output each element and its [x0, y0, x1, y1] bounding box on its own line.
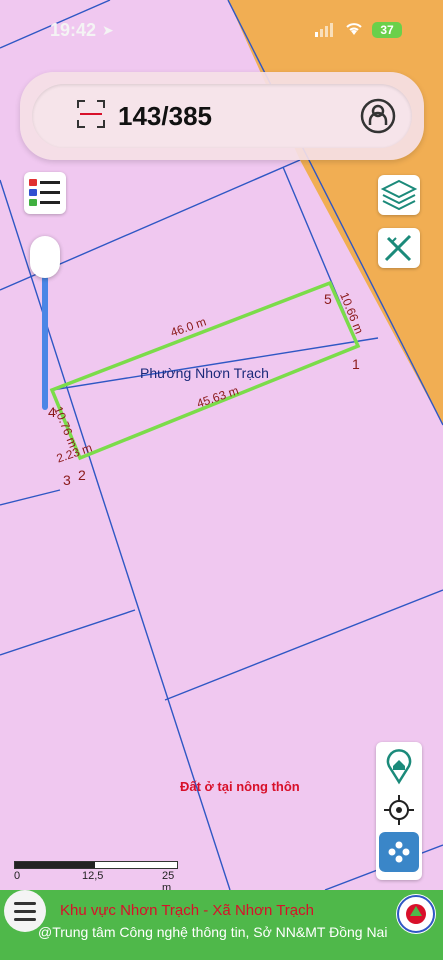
- dots-icon: [388, 841, 410, 863]
- vertex-label: 1: [352, 356, 360, 372]
- qr-scan-icon[interactable]: [76, 99, 110, 133]
- agency-logo: [396, 894, 436, 934]
- scale-label: 0: [14, 870, 21, 882]
- search-query[interactable]: 143/385: [118, 101, 212, 132]
- vertex-label: 4: [48, 404, 56, 420]
- map-pin-icon[interactable]: [376, 744, 422, 788]
- region-title: Khu vực Nhơn Trạch - Xã Nhơn Trạch: [60, 902, 314, 919]
- location-arrow-icon: ➤: [102, 22, 114, 38]
- battery-indicator: 37: [372, 22, 402, 38]
- vertex-label: 5: [324, 291, 332, 307]
- user-profile-icon[interactable]: [359, 97, 397, 135]
- legend-button[interactable]: [24, 172, 66, 214]
- nearby-parcels-button[interactable]: [379, 832, 419, 872]
- vertex-label: 3: [63, 472, 71, 488]
- opacity-slider-track[interactable]: [42, 258, 48, 410]
- scale-bar-graphic: [14, 861, 178, 869]
- status-bar: 19:42 ➤ 37: [0, 0, 443, 60]
- search-bar[interactable]: 143/385: [20, 72, 424, 160]
- ruler-pencil-icon: [384, 234, 412, 262]
- vertex-label: 2: [78, 467, 86, 483]
- scale-label: 12,5: [82, 870, 104, 882]
- search-field[interactable]: 143/385: [32, 84, 412, 148]
- locate-me-icon[interactable]: [376, 788, 422, 832]
- parcel-name-label: Phường Nhơn Trạch: [140, 365, 269, 381]
- layers-icon: [380, 179, 418, 211]
- map-tools-panel: [376, 742, 422, 880]
- layers-button[interactable]: [378, 175, 420, 215]
- screen: Phường Nhơn Trạch Đất ở tại nông thôn 46…: [0, 0, 443, 960]
- scale-bar: 0 12,5 25 m: [14, 858, 180, 894]
- clock: 19:42: [50, 20, 97, 40]
- cellular-signal-icon: [315, 23, 337, 42]
- measure-tool-button[interactable]: [378, 228, 420, 268]
- wifi-icon: [344, 20, 364, 41]
- opacity-slider-handle[interactable]: [30, 236, 60, 278]
- footer-bar: Khu vực Nhơn Trạch - Xã Nhơn Trạch @Trun…: [0, 890, 443, 960]
- legend-icon: [29, 179, 60, 206]
- credit-text: @Trung tâm Công nghệ thông tin, Sở NN&MT…: [38, 924, 388, 940]
- land-use-label: Đất ở tại nông thôn: [180, 779, 300, 794]
